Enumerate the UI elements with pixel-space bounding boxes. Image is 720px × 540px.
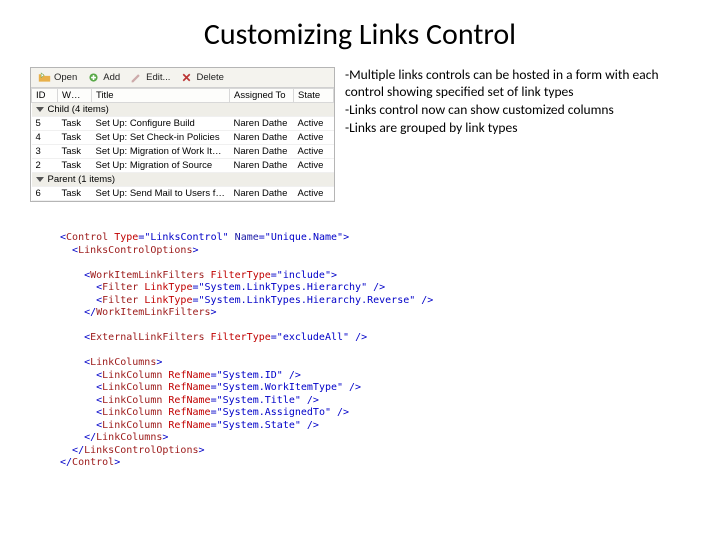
edit-icon [130, 71, 143, 84]
chevron-down-icon [36, 177, 44, 182]
add-label: Add [103, 72, 120, 83]
bullet-text: -Multiple links controls can be hosted i… [345, 67, 690, 138]
table-header-row: ID W… Title Assigned To State [32, 89, 334, 103]
bullet-2: -Links control now can show customized c… [345, 102, 690, 119]
table-row[interactable]: 4TaskSet Up: Set Check-in PoliciesNaren … [32, 131, 334, 145]
open-label: Open [54, 72, 77, 83]
col-state[interactable]: State [294, 89, 334, 103]
delete-label: Delete [196, 72, 223, 83]
delete-button[interactable]: Delete [177, 70, 226, 85]
table-row[interactable]: 2TaskSet Up: Migration of SourceNaren Da… [32, 159, 334, 173]
table-row[interactable]: 6TaskSet Up: Send Mail to Users f…Naren … [32, 187, 334, 201]
table-row[interactable]: 3TaskSet Up: Migration of Work It…Naren … [32, 145, 334, 159]
group-child[interactable]: Child (4 items) [32, 103, 334, 117]
group-parent[interactable]: Parent (1 items) [32, 173, 334, 187]
open-icon [38, 71, 51, 84]
edit-button[interactable]: Edit... [127, 70, 173, 85]
col-id[interactable]: ID [32, 89, 58, 103]
delete-icon [180, 71, 193, 84]
links-toolbar: Open Add Edit... Delete [31, 68, 334, 88]
links-table: ID W… Title Assigned To State Child (4 i… [31, 88, 334, 201]
add-button[interactable]: Add [84, 70, 123, 85]
bullet-3: -Links are grouped by link types [345, 120, 690, 137]
links-control-panel: Open Add Edit... Delete ID [30, 67, 335, 202]
open-button[interactable]: Open [35, 70, 80, 85]
add-icon [87, 71, 100, 84]
table-row[interactable]: 5TaskSet Up: Configure BuildNaren DatheA… [32, 117, 334, 131]
col-assigned[interactable]: Assigned To [230, 89, 294, 103]
chevron-down-icon [36, 107, 44, 112]
edit-label: Edit... [146, 72, 170, 83]
xml-snippet: <Control Type="LinksControl" Name="Uniqu… [60, 232, 690, 470]
bullet-1: -Multiple links controls can be hosted i… [345, 67, 690, 101]
col-title[interactable]: Title [92, 89, 230, 103]
slide-title: Customizing Links Control [30, 16, 690, 53]
col-w[interactable]: W… [58, 89, 92, 103]
